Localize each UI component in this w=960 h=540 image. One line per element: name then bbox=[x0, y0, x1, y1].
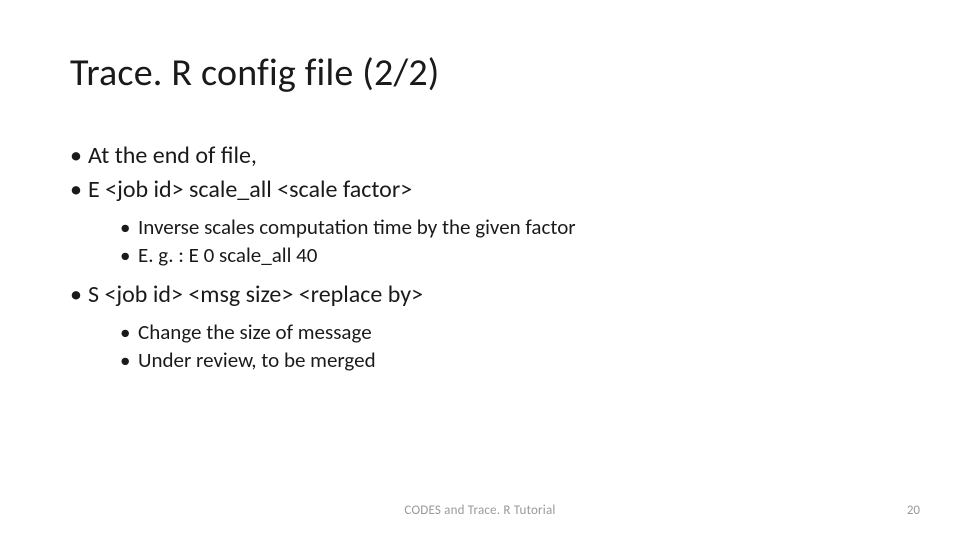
sub-bullet-item: E. g. : E 0 scale_all 40 bbox=[120, 241, 890, 269]
bullet-text: E <job id> scale_all <scale factor> bbox=[88, 175, 412, 204]
sub-bullet-item: Inverse scales computation time by the g… bbox=[120, 213, 890, 241]
bullet-item: At the end of file, bbox=[70, 140, 890, 172]
sub-bullet-list: Inverse scales computation time by the g… bbox=[88, 213, 890, 270]
bullet-text: S <job id> <msg size> <replace by> bbox=[88, 280, 423, 309]
sub-bullet-list: Change the size of message Under review,… bbox=[88, 318, 890, 375]
slide: Trace. R config file (2/2) At the end of… bbox=[0, 0, 960, 540]
footer-text: CODES and Trace. R Tutorial bbox=[0, 503, 960, 518]
bullet-item: S <job id> <msg size> <replace by> Chang… bbox=[70, 279, 890, 374]
page-number: 20 bbox=[907, 503, 920, 518]
sub-bullet-item: Change the size of message bbox=[120, 318, 890, 346]
slide-title: Trace. R config file (2/2) bbox=[70, 50, 890, 96]
bullet-item: E <job id> scale_all <scale factor> Inve… bbox=[70, 174, 890, 269]
bullet-list: At the end of file, E <job id> scale_all… bbox=[70, 140, 890, 375]
sub-bullet-item: Under review, to be merged bbox=[120, 346, 890, 374]
